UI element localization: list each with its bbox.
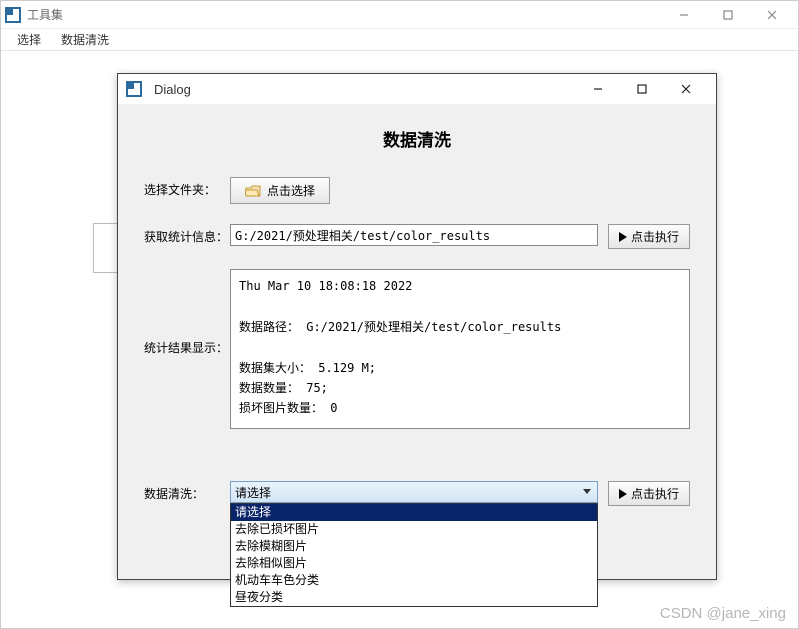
dialog-titlebar: Dialog: [118, 74, 716, 104]
combo-option[interactable]: 请选择: [231, 504, 597, 521]
menubar: 选择 数据清洗: [1, 29, 798, 51]
label-result: 统计结果显示：: [144, 269, 230, 356]
stats-path-input[interactable]: [230, 224, 598, 246]
minimize-button[interactable]: [662, 1, 706, 29]
result-textarea[interactable]: Thu Mar 10 18:08:18 2022 数据路径： G:/2021/预…: [230, 269, 690, 429]
combo-option[interactable]: 昼夜分类: [231, 589, 597, 606]
dialog-close-button[interactable]: [664, 75, 708, 103]
dialog-heading: 数据清洗: [144, 126, 690, 151]
select-folder-button[interactable]: 点击选择: [230, 177, 330, 204]
combo-option[interactable]: 去除已损坏图片: [231, 521, 597, 538]
dialog-window: Dialog 数据清洗 选择文件夹：: [117, 73, 717, 580]
close-button[interactable]: [750, 1, 794, 29]
main-window: 工具集 选择 数据清洗 Dialog: [0, 0, 799, 629]
label-select-folder: 选择文件夹：: [144, 177, 230, 198]
chevron-down-icon: [583, 489, 591, 494]
dialog-maximize-button[interactable]: [620, 75, 664, 103]
clean-execute-button[interactable]: 点击执行: [608, 481, 690, 506]
label-data-clean: 数据清洗：: [144, 481, 230, 502]
main-title: 工具集: [27, 6, 63, 23]
dialog-window-controls: [576, 75, 708, 103]
app-icon: [5, 7, 21, 23]
combo-option[interactable]: 去除模糊图片: [231, 538, 597, 555]
main-window-controls: [662, 1, 794, 29]
dialog-app-icon: [126, 81, 142, 97]
dialog-body: 数据清洗 选择文件夹： 点击选择 获取统计信息： 点击执行: [118, 104, 716, 516]
dialog-title: Dialog: [154, 82, 191, 97]
label-stats-info: 获取统计信息：: [144, 224, 230, 245]
select-folder-button-label: 点击选择: [267, 182, 315, 199]
row-result: 统计结果显示： Thu Mar 10 18:08:18 2022 数据路径： G…: [144, 269, 690, 429]
row-stats-info: 获取统计信息： 点击执行: [144, 224, 690, 249]
row-data-clean: 数据清洗： 请选择 请选择 去除已损坏图片 去除模糊图片 去除相似图片 机动车车…: [144, 481, 690, 506]
row-select-folder: 选择文件夹： 点击选择: [144, 177, 690, 204]
menu-data-clean[interactable]: 数据清洗: [51, 29, 119, 50]
combo-option[interactable]: 去除相似图片: [231, 555, 597, 572]
clean-combobox-wrapper: 请选择 请选择 去除已损坏图片 去除模糊图片 去除相似图片 机动车车色分类 昼夜…: [230, 481, 598, 503]
dialog-minimize-button[interactable]: [576, 75, 620, 103]
play-icon: [619, 232, 627, 242]
main-titlebar: 工具集: [1, 1, 798, 29]
maximize-button[interactable]: [706, 1, 750, 29]
stats-execute-button-label: 点击执行: [631, 228, 679, 245]
clean-combobox-dropdown: 请选择 去除已损坏图片 去除模糊图片 去除相似图片 机动车车色分类 昼夜分类: [230, 503, 598, 607]
stats-execute-button[interactable]: 点击执行: [608, 224, 690, 249]
folder-open-icon: [245, 185, 261, 197]
clean-combobox-value: 请选择: [235, 484, 271, 501]
menu-select[interactable]: 选择: [7, 29, 51, 50]
combo-option[interactable]: 机动车车色分类: [231, 572, 597, 589]
clean-combobox[interactable]: 请选择: [230, 481, 598, 503]
watermark-text: CSDN @jane_xing: [660, 605, 786, 622]
clean-execute-button-label: 点击执行: [631, 485, 679, 502]
play-icon: [619, 489, 627, 499]
